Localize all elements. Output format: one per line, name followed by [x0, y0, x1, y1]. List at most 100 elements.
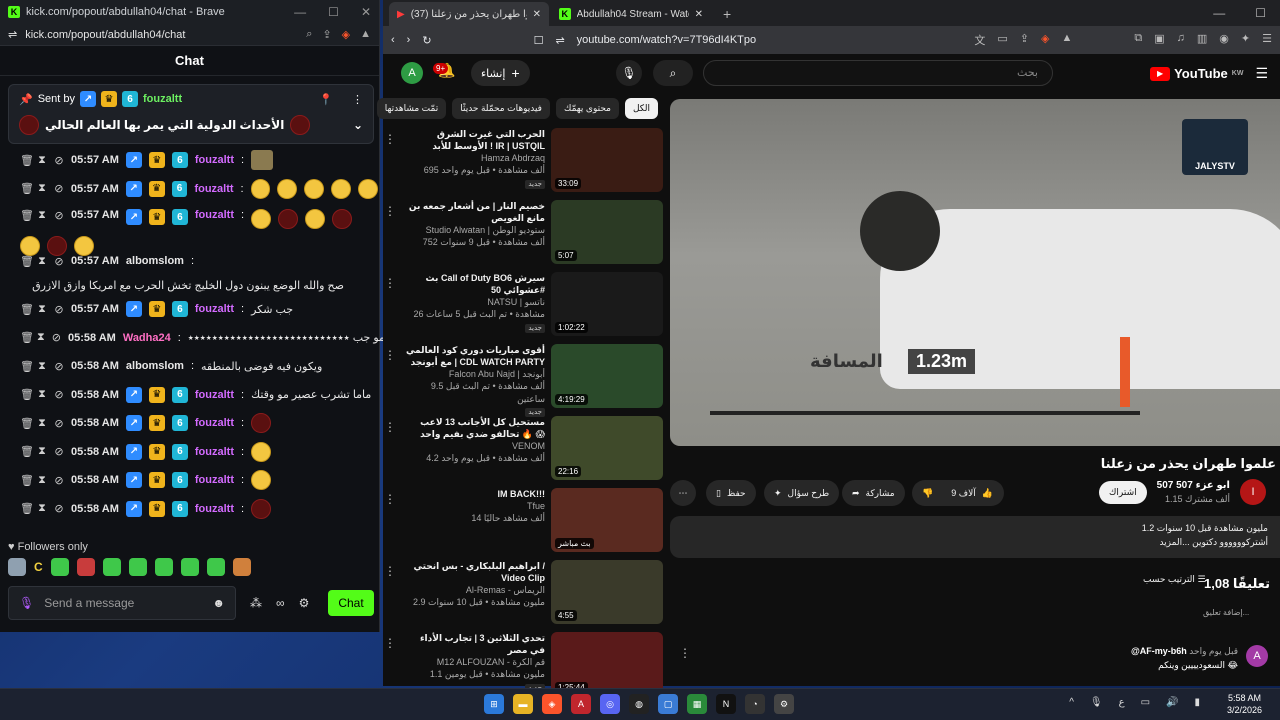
emote-icon[interactable]: C	[34, 560, 43, 574]
game-icon[interactable]: ▦	[687, 694, 707, 714]
recommendation-title[interactable]: ابراهيم البلبكاري - بس انحتي / Video Cli…	[403, 560, 546, 584]
minimize-icon[interactable]: —	[1213, 6, 1225, 20]
ban-icon[interactable]: ⊘	[54, 154, 64, 167]
window-icon[interactable]: ▢	[658, 694, 678, 714]
more-options-icon[interactable]: ⋮	[383, 344, 397, 416]
new-tab-icon[interactable]: +	[713, 6, 741, 26]
obs-icon[interactable]: ◍	[629, 694, 649, 714]
sidebar-icon[interactable]: ▥	[1197, 32, 1207, 48]
url-text[interactable]: kick.com/popout/abdullah04/chat	[25, 29, 185, 41]
share-button[interactable]: ➦ مشاركة	[842, 480, 905, 506]
search-button[interactable]: ⌕	[653, 60, 693, 86]
message-username[interactable]: fouzaltt	[195, 209, 234, 221]
emote-icon[interactable]	[8, 558, 26, 576]
message-username[interactable]: albomslom	[126, 255, 184, 267]
brave-icon[interactable]: ◈	[542, 694, 562, 714]
close-icon[interactable]: ✕	[361, 5, 371, 19]
message-username[interactable]: fouzaltt	[195, 303, 234, 315]
trash-icon[interactable]: 🗑	[20, 331, 34, 344]
recommendation-title[interactable]: الحرب التي غيرت الشرق الأوسط للأبد ! IR …	[403, 128, 545, 152]
chat-message[interactable]: 🗑 ⧗ ⊘ 05:58 AM albomslom: ويكون فيه فوضى ب…	[0, 352, 378, 381]
recommendation-channel[interactable]: M12 ALFOUZAN - قم الكرة	[403, 656, 545, 668]
chip-watched[interactable]: تمّت مشاهدتها	[376, 98, 447, 119]
cast-icon[interactable]: ▭	[997, 32, 1007, 48]
music-icon[interactable]: ♫	[1177, 32, 1185, 48]
create-button[interactable]: إنشاء +	[471, 60, 530, 86]
brave-shield-icon[interactable]: ◈	[342, 28, 350, 41]
more-options-icon[interactable]: ⋮	[383, 272, 397, 344]
language-indicator[interactable]: ع	[1119, 697, 1125, 708]
reload-icon[interactable]: ↻	[422, 34, 431, 47]
recommendation-thumbnail[interactable]: 1:25:44	[551, 632, 663, 696]
commenter-avatar[interactable]: A	[1246, 645, 1268, 667]
zoom-icon[interactable]: ⌕	[306, 28, 312, 41]
emoji-picker-icon[interactable]: ☻	[212, 596, 225, 610]
trash-icon[interactable]: 🗑	[20, 182, 34, 195]
trash-icon[interactable]: 🗑	[20, 445, 34, 458]
clock[interactable]: 5:58 AM 3/2/2026	[1227, 692, 1262, 716]
recommendation-title[interactable]: تحدي الثلاثين 3 | تجارب الأداء في مصر	[403, 632, 545, 656]
adobe-icon[interactable]: A	[571, 694, 591, 714]
address-bar[interactable]: ⇌ kick.com/popout/abdullah04/chat ⌕ ⇪ ◈ ▲	[0, 24, 379, 46]
recommendation-title[interactable]: IM BACK!!!	[403, 488, 546, 500]
ban-icon[interactable]: ⊘	[54, 417, 64, 430]
more-options-icon[interactable]: ⋮	[352, 93, 363, 106]
chat-message[interactable]: 🗑 ⧗ ⊘ 05:58 AM ↗ ♛ 6 fouzaltt:	[0, 409, 378, 438]
recommendation-item[interactable]: ⋮ IM BACK!!! Tfue 14 ألف مشاهد حاليًا بث مبا…	[383, 488, 665, 560]
start-icon[interactable]: ⊞	[484, 694, 504, 714]
timeout-icon[interactable]: ⧗	[37, 303, 47, 316]
ban-icon[interactable]: ⊘	[54, 474, 64, 487]
chat-message[interactable]: 🗑 ⧗ ⊘ 05:58 AM ↗ ♛ 6 fouzaltt: ماما تشرب عصي…	[0, 381, 378, 410]
chip-for-you[interactable]: محتوى يهمّك	[555, 98, 619, 119]
brave-shield-icon[interactable]: ◈	[1041, 32, 1049, 48]
timeout-icon[interactable]: ⧗	[37, 502, 47, 515]
trash-icon[interactable]: 🗑	[20, 474, 34, 487]
recommendation-item[interactable]: ⋮ مستحيل كل الأجانب 13 لاعب تحالفو ضدي بف…	[383, 416, 665, 488]
sort-comments-button[interactable]: الترتيب حسب ☰	[1143, 574, 1206, 585]
recorder-icon[interactable]: ◔	[745, 694, 765, 714]
volume-icon[interactable]: 🔊	[1166, 697, 1178, 708]
pinned-username[interactable]: fouzaltt	[143, 93, 182, 105]
battery-icon[interactable]: ▮	[1194, 697, 1200, 708]
recommendation-channel[interactable]: NATSU | ناتسو	[403, 296, 545, 308]
infinity-icon[interactable]: ∞	[276, 596, 285, 610]
chat-message[interactable]: 🗑 ⧗ ⊘ 05:58 AM ↗ ♛ 6 fouzaltt:	[0, 466, 378, 495]
voice-search-button[interactable]: 🎙	[616, 60, 642, 86]
pinned-message[interactable]: 📌 Sent by ↗ ♛ 6 fouzaltt 📍 ⋮ الأحداث الد…	[8, 84, 374, 144]
recommendation-item[interactable]: ⋮ أقوى مباريات دوري كود العالمي مع أبونجد…	[383, 344, 665, 418]
emote-icon[interactable]	[206, 558, 225, 576]
timeout-icon[interactable]: ⧗	[37, 388, 47, 401]
forward-icon[interactable]: ›	[407, 34, 411, 46]
ban-icon[interactable]: ⊘	[54, 445, 64, 458]
search-input[interactable]: بحث	[703, 60, 1053, 86]
chat-message[interactable]: 🗑 ⧗ ⊘ 05:58 AM Wadha24: مو جب ٭٭٭٭٭٭٭٭٭٭٭٭…	[0, 324, 385, 353]
more-options-icon[interactable]: ⋮	[383, 128, 397, 200]
recommendation-item[interactable]: ⋮ ابراهيم البلبكاري - بس انحتي / Video Cl…	[383, 560, 665, 632]
hamburger-menu-icon[interactable]: ☰	[1255, 65, 1268, 82]
leo-icon[interactable]: ✦	[1241, 32, 1250, 48]
video-description[interactable]: 1.2 مليون مشاهدة قبل 10 سنوات أشتركووووو…	[670, 516, 1280, 558]
points-icon[interactable]: ⁂	[250, 596, 262, 610]
site-info-icon[interactable]: ⇌	[8, 28, 17, 41]
dislike-icon[interactable]: 👎	[922, 488, 933, 499]
recommendation-thumbnail[interactable]: 1:02:22	[551, 272, 663, 336]
chip-all[interactable]: الكل	[624, 98, 658, 119]
trash-icon[interactable]: 🗑	[20, 388, 34, 401]
send-chat-button[interactable]: Chat	[328, 590, 374, 616]
recommendation-channel[interactable]: VENOM	[403, 440, 545, 452]
recommendation-item[interactable]: ⋮ بث Call of Duty BO6 سيرش عشوائي 50# NATS…	[383, 272, 665, 344]
message-username[interactable]: fouzaltt	[195, 389, 234, 401]
recommendation-channel[interactable]: Hamza Abdrzaq	[403, 152, 545, 164]
chip-recent[interactable]: فيديوهات محمّلة حديثًا	[452, 98, 550, 119]
chat-message[interactable]: 🗑 ⧗ ⊘ 05:57 AM ↗ ♛ 6 fouzaltt: جب شكر	[0, 295, 378, 324]
chat-input[interactable]: 🎙 Send a message ☻	[8, 586, 236, 620]
recommendation-title[interactable]: أقوى مباريات دوري كود العالمي مع أبونجد …	[403, 344, 545, 368]
trash-icon[interactable]: 🗑	[20, 360, 34, 373]
chevron-up-icon[interactable]: ^	[1069, 697, 1074, 708]
add-comment-input[interactable]: إضافة تعليق...	[1203, 608, 1249, 617]
rewards-icon[interactable]: ▲	[1061, 32, 1072, 48]
share-icon[interactable]: ⇪	[1020, 32, 1029, 48]
youtube-logo[interactable]: ▶ YouTube KW ☰	[1150, 65, 1268, 82]
recommendation-title[interactable]: بث Call of Duty BO6 سيرش عشوائي 50#	[403, 272, 545, 296]
microphone-icon[interactable]: 🎙	[1090, 697, 1103, 708]
